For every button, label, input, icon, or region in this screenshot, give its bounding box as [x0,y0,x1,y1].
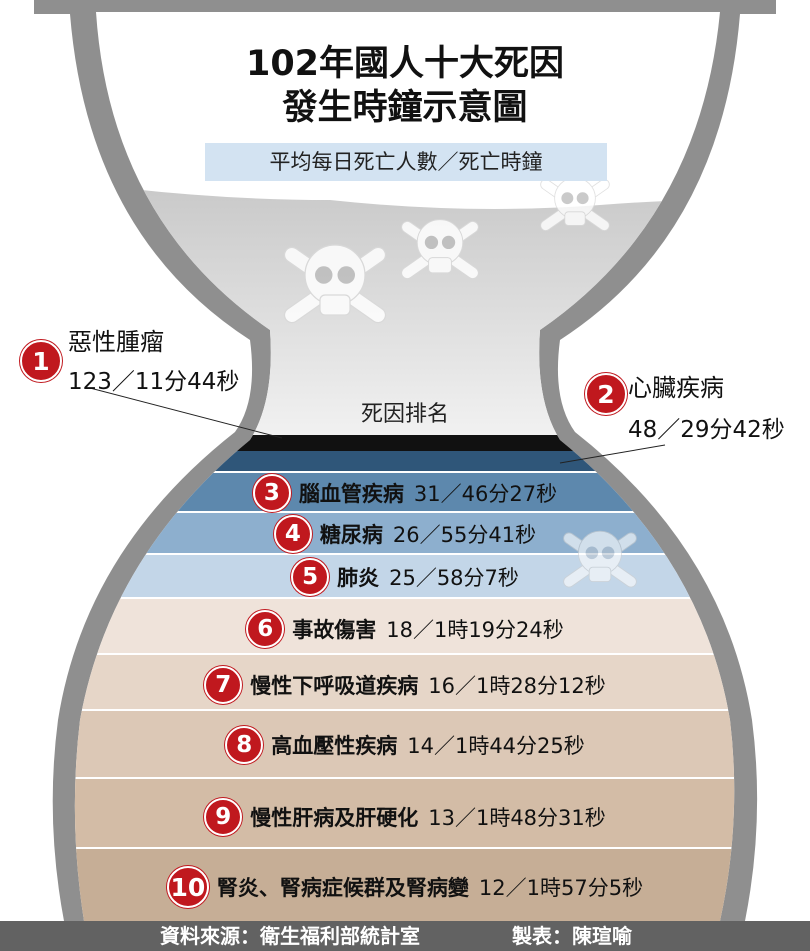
rank-badge-7: 7 [204,666,243,704]
title-line-1: 102年國人十大死因 [245,44,565,84]
footer-credit: 製表：陳瑄喻 [512,924,632,948]
rank-badge-4: 4 [273,515,312,553]
rank-badge-2: 2 [585,373,627,415]
rank-badge-9: 9 [204,798,243,836]
rank-badge-5: 5 [291,558,330,596]
rank-badge-8: 8 [225,726,264,764]
cause-4-stat: 26／55分41秒 [392,523,537,547]
footer-bar: 資料來源：衛生福利部統計室 製表：陳瑄喻 [0,921,810,951]
cause-row-7: 7 慢性下呼吸道疾病 16／1時28分12秒 [0,665,810,705]
cause-5-stat: 25／58分7秒 [389,566,519,590]
cause-row-6: 6 事故傷害 18／1時19分24秒 [0,609,810,649]
cause-3-name: 腦血管疾病 [298,482,404,506]
rank-badge-10: 10 [166,866,209,908]
subtitle: 平均每日死亡人數／死亡時鐘 [205,143,607,181]
cause-7-name: 慢性下呼吸道疾病 [250,674,419,698]
cause-7-stat: 16／1時28分12秒 [428,674,606,698]
cause-1-badge-wrap: 1 [20,340,70,382]
cause-8-name: 高血壓性疾病 [271,734,398,758]
cause-row-8: 8 高血壓性疾病 14／1時44分25秒 [0,724,810,766]
cause-5-name: 肺炎 [337,566,380,590]
cause-10-stat: 12／1時57分5秒 [478,876,644,900]
cause-row-4: 4 糖尿病 26／55分41秒 [0,515,810,553]
cause-row-5: 5 肺炎 25／58分7秒 [0,558,810,596]
rank-badge-3: 3 [252,474,291,512]
cause-9-name: 慢性肝病及肝硬化 [250,806,419,830]
cause-row-3: 3 腦血管疾病 31／46分27秒 [0,474,810,512]
footer-source: 資料來源：衛生福利部統計室 [160,924,420,948]
cause-2-name: 心臟疾病 [628,374,724,402]
cause-row-9: 9 慢性肝病及肝硬化 13／1時48分31秒 [0,796,810,838]
cause-10-name: 腎炎、腎病症候群及腎病變 [216,876,469,900]
title-line-2: 發生時鐘示意圖 [282,88,528,128]
cause-6-name: 事故傷害 [292,618,377,642]
cause-4-name: 糖尿病 [319,523,383,547]
cause-row-10: 10 腎炎、腎病症候群及腎病變 12／1時57分5秒 [0,865,810,909]
cause-3-stat: 31／46分27秒 [413,482,558,506]
rank-badge-6: 6 [246,610,285,648]
rank-badge-1: 1 [20,340,62,382]
cause-8-stat: 14／1時44分25秒 [407,734,585,758]
cause-1-stat: 123／11分44秒 [68,369,240,395]
cause-9-stat: 13／1時48分31秒 [428,806,606,830]
cause-2-stat: 48／29分42秒 [628,417,785,443]
cause-1-name: 惡性腫瘤 [68,328,164,356]
cause-6-stat: 18／1時19分24秒 [386,618,564,642]
hourglass-infographic: 102年國人十大死因 發生時鐘示意圖 平均每日死亡人數／死亡時鐘 死因排名 1 … [0,0,810,951]
